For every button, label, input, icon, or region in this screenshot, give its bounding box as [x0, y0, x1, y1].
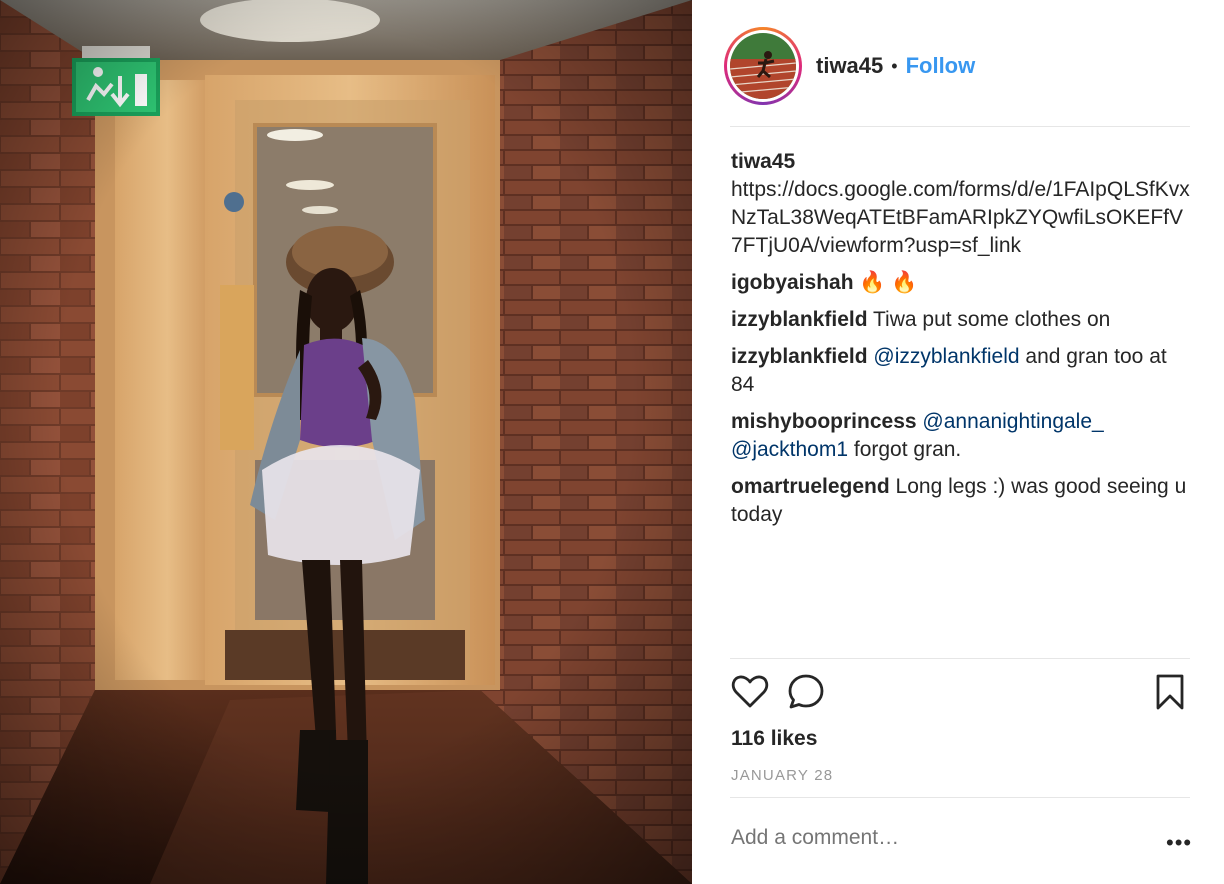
heart-icon[interactable]	[730, 672, 770, 717]
comment-username[interactable]: mishybooprincess	[731, 410, 917, 433]
action-bar	[730, 672, 1192, 714]
comment-username[interactable]: tiwa45	[731, 150, 795, 173]
separator-dot: •	[891, 55, 898, 76]
comment-username[interactable]: omartruelegend	[731, 475, 890, 498]
post-date[interactable]: JANUARY 28	[731, 767, 833, 784]
comment-item: omartruelegend Long legs :) was good see…	[731, 473, 1191, 529]
post-photo[interactable]	[0, 0, 692, 884]
comment-username[interactable]: izzyblankfield	[731, 345, 868, 368]
author-username[interactable]: tiwa45	[816, 53, 883, 79]
follow-button[interactable]: Follow	[906, 53, 976, 79]
comment-text: Tiwa put some clothes on	[873, 308, 1111, 331]
avatar[interactable]	[730, 33, 796, 99]
post-header: tiwa45 • Follow	[724, 22, 1190, 110]
comment-text: 🔥 🔥	[859, 271, 918, 294]
comment-item: izzyblankfield Tiwa put some clothes on	[731, 306, 1191, 334]
comment-list: tiwa45 https://docs.google.com/forms/d/e…	[731, 148, 1191, 538]
post-side-panel: tiwa45 • Follow tiwa45 https://docs.goog…	[692, 0, 1224, 884]
add-comment-input[interactable]	[731, 826, 1111, 850]
comment-text: forgot gran.	[848, 438, 962, 461]
photo-scene	[0, 0, 692, 884]
mention-link[interactable]: @annanightingale_	[922, 410, 1103, 433]
comment-item: mishybooprincess @annanightingale_ @jack…	[731, 408, 1191, 464]
likes-count[interactable]: 116 likes	[731, 727, 817, 751]
mention-link[interactable]: @jackthom1	[731, 438, 848, 461]
mention-link[interactable]: @izzyblankfield	[873, 345, 1019, 368]
comment-bubble-icon[interactable]	[786, 672, 826, 717]
comment-text: https://docs.google.com/forms/d/e/1FAIpQ…	[731, 178, 1190, 257]
comment-item: izzyblankfield @izzyblankfield and gran …	[731, 343, 1191, 399]
story-ring[interactable]	[724, 27, 802, 105]
comment-item: igobyaishah 🔥 🔥	[731, 269, 1191, 297]
comment-username[interactable]: izzyblankfield	[731, 308, 868, 331]
panel-top-edge	[692, 0, 1224, 4]
header-divider	[730, 126, 1190, 127]
comment-divider	[730, 797, 1190, 798]
comment-username[interactable]: igobyaishah	[731, 271, 854, 294]
comment-item: tiwa45 https://docs.google.com/forms/d/e…	[731, 148, 1191, 260]
bookmark-icon[interactable]	[1150, 672, 1190, 717]
more-options-icon[interactable]: •••	[1166, 830, 1192, 856]
avatar-image	[730, 33, 796, 99]
actions-divider	[730, 658, 1190, 659]
